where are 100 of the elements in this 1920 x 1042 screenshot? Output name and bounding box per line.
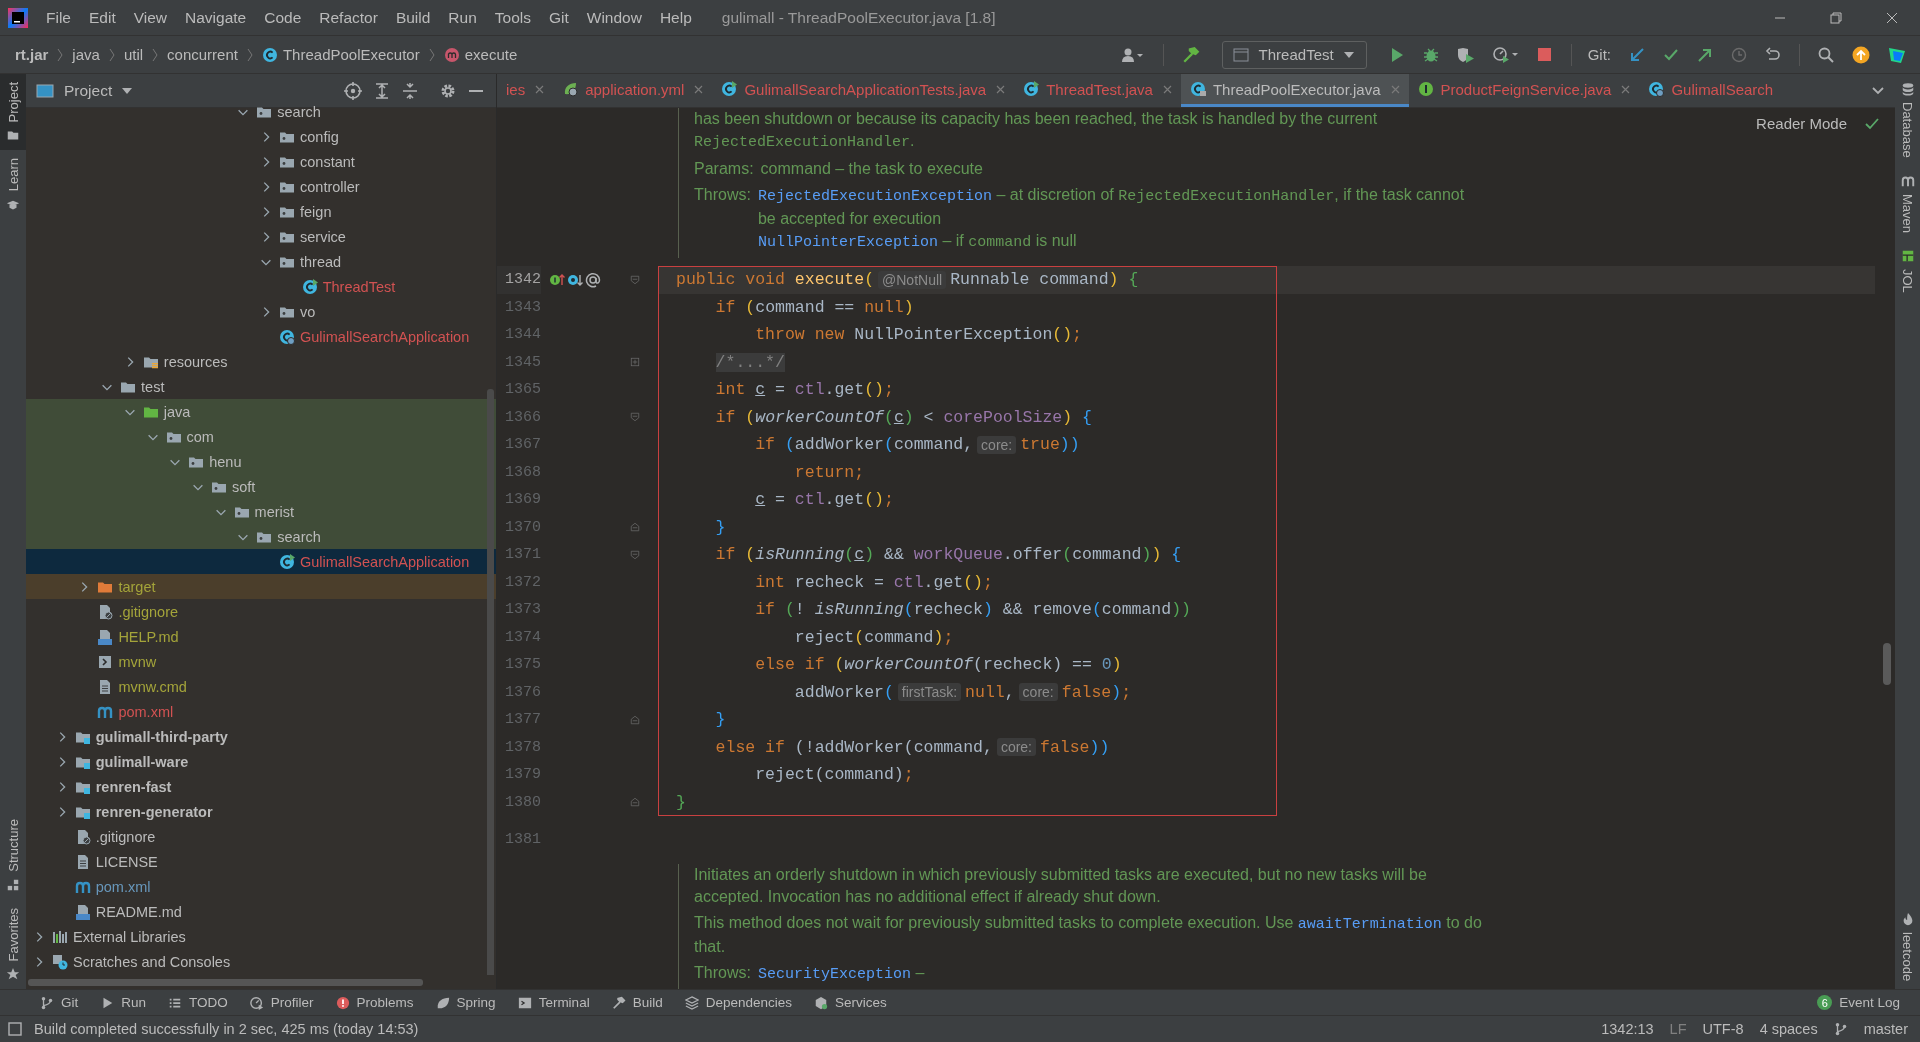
tool-window-button[interactable]: Database <box>1895 74 1920 166</box>
menu-item[interactable]: Window <box>578 8 652 27</box>
tool-window-button[interactable]: JOL <box>1895 240 1920 301</box>
tree-item[interactable]: HELP.md <box>26 624 496 649</box>
editor-tab[interactable]: ThreadPoolExecutor.java <box>1180 74 1409 107</box>
tree-item[interactable]: GulimallSearchApplication <box>26 549 496 574</box>
tool-window-button[interactable]: Maven <box>1895 165 1920 241</box>
tree-item[interactable]: search <box>26 99 496 124</box>
tree-item[interactable]: Scratches and Consoles <box>26 949 496 974</box>
menu-item[interactable]: Code <box>256 8 312 27</box>
tree-item[interactable]: ThreadTest <box>26 274 496 299</box>
menu-item[interactable]: Git <box>540 8 579 27</box>
doc-link[interactable]: NullPointerException <box>757 234 938 251</box>
caret-position[interactable]: 1342:13 <box>1601 1021 1654 1037</box>
tree-item[interactable]: vo <box>26 299 496 324</box>
tree-item[interactable]: README.md <box>26 899 496 924</box>
tool-window-button[interactable]: Project <box>0 74 26 151</box>
fold-marker-icon[interactable] <box>629 548 641 561</box>
tree-item[interactable]: gulimall-ware <box>26 749 496 774</box>
breadcrumb[interactable]: rt.jar <box>15 46 49 63</box>
reader-mode-link[interactable]: Reader Mode <box>1756 115 1847 132</box>
tool-window-button[interactable]: Git <box>40 995 79 1010</box>
doc-link[interactable]: SecurityException <box>757 965 911 983</box>
fold-marker-icon[interactable] <box>629 713 641 726</box>
tool-window-button[interactable]: Favorites <box>0 899 26 989</box>
tree-item[interactable]: target <box>26 574 496 599</box>
project-view-dropdown[interactable]: Project <box>36 81 133 100</box>
tool-window-button[interactable]: Terminal <box>517 995 590 1010</box>
tree-item[interactable]: controller <box>26 174 496 199</box>
tree-item[interactable]: service <box>26 224 496 249</box>
breadcrumb[interactable]: execute <box>443 46 518 63</box>
scrollbar[interactable] <box>487 389 494 975</box>
fold-marker-icon[interactable] <box>629 796 641 809</box>
tree-item[interactable]: java <box>26 399 496 424</box>
tool-window-button[interactable]: Learn <box>0 150 26 220</box>
menu-item[interactable]: Tools <box>486 8 541 27</box>
tree-item[interactable]: resources <box>26 349 496 374</box>
layout-icon[interactable] <box>8 1022 22 1036</box>
doc-link[interactable]: awaitTermination <box>1297 915 1442 933</box>
tool-window-button[interactable]: Structure <box>0 810 26 900</box>
tool-window-button[interactable]: Services <box>814 995 887 1010</box>
tree-item[interactable]: mvnw <box>26 649 496 674</box>
tree-item[interactable]: mvnw.cmd <box>26 674 496 699</box>
fold-marker-icon[interactable] <box>629 521 641 534</box>
scrollbar[interactable] <box>28 978 423 986</box>
fold-marker-icon[interactable] <box>629 411 641 424</box>
tree-item[interactable]: renren-generator <box>26 799 496 824</box>
tree-item[interactable]: config <box>26 124 496 149</box>
menu-item[interactable]: View <box>125 8 178 27</box>
tool-window-button[interactable]: Spring <box>435 995 496 1010</box>
tree-item[interactable]: renren-fast <box>26 774 496 799</box>
fold-marker-icon[interactable] <box>629 273 641 286</box>
tree-item[interactable]: .gitignore <box>26 824 496 849</box>
menu-item[interactable]: File <box>38 8 81 27</box>
annotation-icon[interactable] <box>585 271 601 288</box>
tree-item[interactable]: External Libraries <box>26 924 496 949</box>
close-icon[interactable] <box>694 84 704 94</box>
menu-item[interactable]: Edit <box>81 8 126 27</box>
breadcrumb[interactable]: ThreadPoolExecutor <box>261 46 420 63</box>
git-branch[interactable]: master <box>1863 1021 1908 1037</box>
menu-item[interactable]: Run <box>440 8 487 27</box>
breadcrumb[interactable]: java <box>72 46 100 63</box>
breadcrumb[interactable]: util <box>123 46 144 63</box>
indent-setting[interactable]: 4 spaces <box>1759 1021 1818 1037</box>
tree-item[interactable]: thread <box>26 249 496 274</box>
tool-window-button[interactable]: Build <box>611 995 663 1010</box>
tool-window-button[interactable]: Dependencies <box>684 995 792 1010</box>
tool-window-button[interactable]: leetcode <box>1895 903 1920 989</box>
tool-window-button[interactable]: Run <box>100 995 147 1010</box>
menu-item[interactable]: Refactor <box>311 8 388 27</box>
tree-item[interactable]: .gitignore <box>26 599 496 624</box>
close-icon[interactable] <box>1162 84 1172 94</box>
tree-item[interactable]: pom.xml <box>26 699 496 724</box>
menu-item[interactable]: Help <box>651 8 702 27</box>
close-icon[interactable] <box>996 84 1006 94</box>
file-encoding[interactable]: UTF-8 <box>1702 1021 1744 1037</box>
tree-item[interactable]: pom.xml <box>26 874 496 899</box>
tree-item[interactable]: test <box>26 374 496 399</box>
event-log-button[interactable]: 6 Event Log <box>1817 995 1900 1010</box>
menu-item[interactable]: Build <box>387 8 441 27</box>
tree-item[interactable]: com <box>26 424 496 449</box>
run-configuration-dropdown[interactable]: ThreadTest <box>1221 40 1367 69</box>
breadcrumb[interactable]: concurrent <box>167 46 238 63</box>
tree-item[interactable]: soft <box>26 474 496 499</box>
tree-item[interactable]: merist <box>26 499 496 524</box>
tree-item[interactable]: constant <box>26 149 496 174</box>
scrollbar[interactable] <box>1883 643 1891 685</box>
tree-item[interactable]: feign <box>26 199 496 224</box>
tree-item[interactable]: henu <box>26 449 496 474</box>
tree-item[interactable]: gulimall-third-party <box>26 724 496 749</box>
menu-item[interactable]: Navigate <box>177 8 257 27</box>
tree-item[interactable]: GulimallSearchApplication <box>26 324 496 349</box>
tool-window-button[interactable]: Profiler <box>249 995 314 1010</box>
tree-item[interactable]: LICENSE <box>26 849 496 874</box>
tool-window-button[interactable]: TODO <box>168 995 228 1010</box>
close-icon[interactable] <box>535 84 545 94</box>
tool-window-button[interactable]: Problems <box>335 995 414 1010</box>
fold-marker-icon[interactable] <box>629 356 641 369</box>
tree-item[interactable]: search <box>26 524 496 549</box>
close-icon[interactable] <box>1621 84 1631 94</box>
